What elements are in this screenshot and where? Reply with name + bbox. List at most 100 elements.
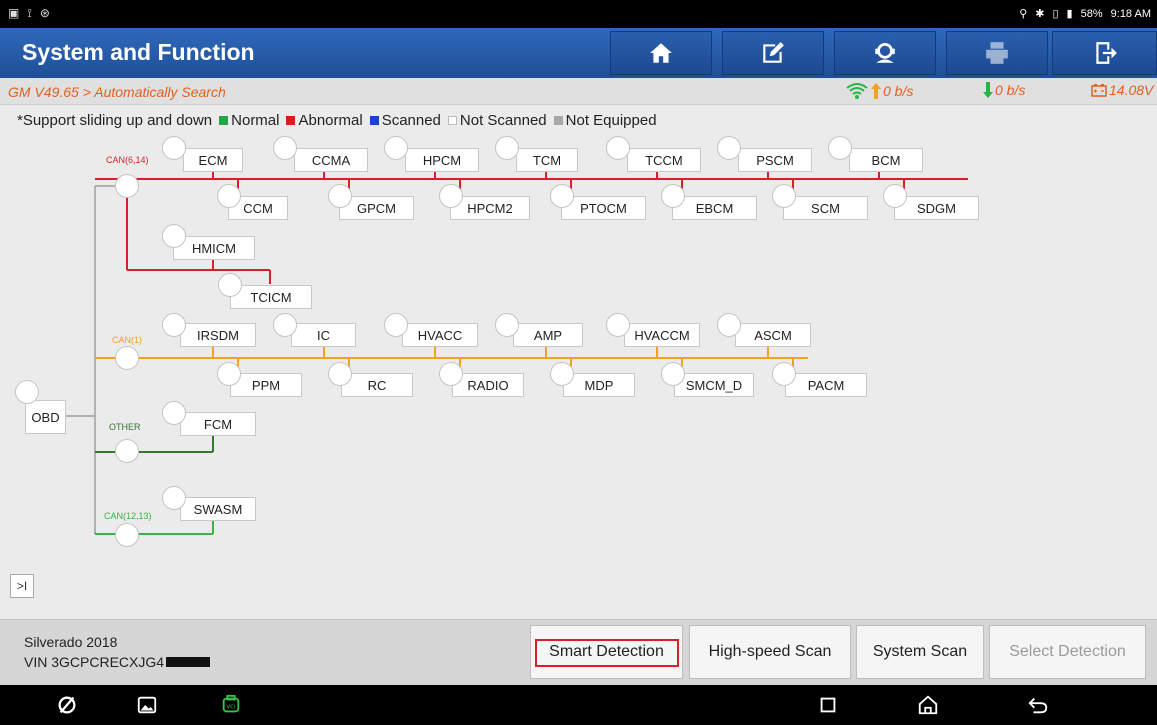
wifi-icon — [846, 83, 868, 99]
module-pscm[interactable]: PSCM — [738, 148, 812, 172]
exit-button[interactable] — [1052, 31, 1157, 75]
system-scan-button[interactable]: System Scan — [856, 625, 984, 679]
module-ascm-toggle[interactable] — [717, 313, 741, 337]
vehicle-model: Silverado 2018 — [24, 634, 118, 650]
vehicle-info: Silverado 2018 VIN 3GCPCRECXJG4 — [24, 632, 211, 672]
home-button[interactable] — [610, 31, 712, 75]
vibrate-icon: ▯ — [1052, 8, 1059, 20]
module-ebcm[interactable]: EBCM — [672, 196, 757, 220]
home-icon — [650, 43, 672, 63]
location-icon: ⚲ — [1019, 8, 1028, 20]
module-amp-toggle[interactable] — [495, 313, 519, 337]
status-left-icons: ▣ ⟟ ⊛ — [8, 6, 50, 21]
module-pscm-toggle[interactable] — [717, 136, 741, 160]
module-tccm[interactable]: TCCM — [627, 148, 701, 172]
module-ebcm-toggle[interactable] — [661, 184, 685, 208]
module-hmicm-toggle[interactable] — [162, 224, 186, 248]
support-icon — [875, 42, 895, 63]
module-swasm-toggle[interactable] — [162, 486, 186, 510]
svg-text:VCI: VCI — [226, 705, 236, 711]
module-sdgm[interactable]: SDGM — [894, 196, 979, 220]
legend: *Support sliding up and down Normal Abno… — [17, 112, 657, 129]
module-tcm[interactable]: TCM — [516, 148, 578, 172]
module-fcm-toggle[interactable] — [162, 401, 186, 425]
home-nav-icon[interactable] — [917, 694, 939, 716]
module-scm[interactable]: SCM — [783, 196, 868, 220]
module-ptocm[interactable]: PTOCM — [561, 196, 646, 220]
module-gpcm-toggle[interactable] — [328, 184, 352, 208]
module-obd[interactable]: OBD — [25, 400, 66, 434]
module-ppm-toggle[interactable] — [217, 362, 241, 386]
module-amp[interactable]: AMP — [513, 323, 583, 347]
module-hvaccm[interactable]: HVACCM — [624, 323, 700, 347]
support-button[interactable] — [834, 31, 936, 75]
bus-can-1-button[interactable] — [115, 346, 139, 370]
browser-icon[interactable] — [56, 694, 78, 716]
action-bar: Silverado 2018 VIN 3GCPCRECXJG4 Smart De… — [0, 619, 1157, 686]
smart-detection-button[interactable]: Smart Detection — [530, 625, 683, 679]
module-bcm[interactable]: BCM — [849, 148, 923, 172]
module-hvacc-toggle[interactable] — [384, 313, 408, 337]
module-hpcm[interactable]: HPCM — [405, 148, 479, 172]
module-rc-toggle[interactable] — [328, 362, 352, 386]
module-obd-toggle[interactable] — [15, 380, 39, 404]
module-ccma-toggle[interactable] — [273, 136, 297, 160]
module-radio-toggle[interactable] — [439, 362, 463, 386]
module-bcm-toggle[interactable] — [828, 136, 852, 160]
module-pacm-toggle[interactable] — [772, 362, 796, 386]
module-tcicm-toggle[interactable] — [218, 273, 242, 297]
topology-canvas[interactable]: OBD CAN(6,14) CAN(1) OTHER CAN(12,13) EC… — [8, 134, 1149, 618]
legend-swatch-abnormal — [286, 116, 296, 125]
module-ecm-toggle[interactable] — [162, 136, 186, 160]
module-tcm-toggle[interactable] — [495, 136, 519, 160]
module-ccma[interactable]: CCMA — [294, 148, 368, 172]
info-bar: GM V49.65 > Automatically Search 0 b/s 0… — [0, 78, 1157, 105]
module-mdp-toggle[interactable] — [550, 362, 574, 386]
legend-label-not-scanned: Not Scanned — [459, 112, 547, 129]
module-swasm[interactable]: SWASM — [180, 497, 256, 521]
module-pacm[interactable]: PACM — [785, 373, 867, 397]
module-smcm-d-toggle[interactable] — [661, 362, 685, 386]
back-icon[interactable] — [1027, 694, 1049, 716]
module-ic-toggle[interactable] — [273, 313, 297, 337]
legend-label-not-equipped: Not Equipped — [565, 112, 657, 129]
module-scm-toggle[interactable] — [772, 184, 796, 208]
legend-label-scanned: Scanned — [381, 112, 441, 129]
status-right: ⚲ ✱ ▯ ▮ 58% 9:18 AM — [1019, 7, 1151, 21]
module-smcm-d[interactable]: SMCM_D — [674, 373, 754, 397]
module-hpcm-toggle[interactable] — [384, 136, 408, 160]
print-button[interactable] — [946, 31, 1048, 75]
clock: 9:18 AM — [1110, 7, 1151, 20]
high-speed-scan-button[interactable]: High-speed Scan — [689, 625, 851, 679]
module-sdgm-toggle[interactable] — [883, 184, 907, 208]
module-rc[interactable]: RC — [341, 373, 413, 397]
title-bar: System and Function — [0, 28, 1157, 78]
module-tccm-toggle[interactable] — [606, 136, 630, 160]
vci-icon[interactable]: VCI — [220, 694, 242, 716]
module-mdp[interactable]: MDP — [563, 373, 635, 397]
module-ptocm-toggle[interactable] — [550, 184, 574, 208]
legend-label-normal: Normal — [231, 112, 280, 129]
module-tcicm[interactable]: TCICM — [230, 285, 312, 309]
bus-other-button[interactable] — [115, 439, 139, 463]
module-hpcm2-toggle[interactable] — [439, 184, 463, 208]
module-ccm-toggle[interactable] — [217, 184, 241, 208]
module-irsdm-toggle[interactable] — [162, 313, 186, 337]
module-ic[interactable]: IC — [291, 323, 356, 347]
bus-can-12-13-button[interactable] — [115, 523, 139, 547]
module-ppm[interactable]: PPM — [230, 373, 302, 397]
select-detection-button[interactable]: Select Detection — [989, 625, 1146, 679]
expand-panel-button[interactable]: >I — [10, 574, 34, 598]
module-hvaccm-toggle[interactable] — [606, 313, 630, 337]
module-radio[interactable]: RADIO — [452, 373, 524, 397]
edit-button[interactable] — [722, 31, 824, 75]
recents-icon[interactable] — [817, 694, 839, 716]
gallery-nav-icon[interactable] — [136, 694, 158, 716]
bus-can-6-14-button[interactable] — [115, 174, 139, 198]
module-ascm[interactable]: ASCM — [735, 323, 811, 347]
download-rate: 0 b/s — [983, 82, 1025, 98]
module-irsdm[interactable]: IRSDM — [180, 323, 256, 347]
module-ecm[interactable]: ECM — [183, 148, 243, 172]
module-hvacc[interactable]: HVACC — [402, 323, 478, 347]
module-fcm[interactable]: FCM — [180, 412, 256, 436]
